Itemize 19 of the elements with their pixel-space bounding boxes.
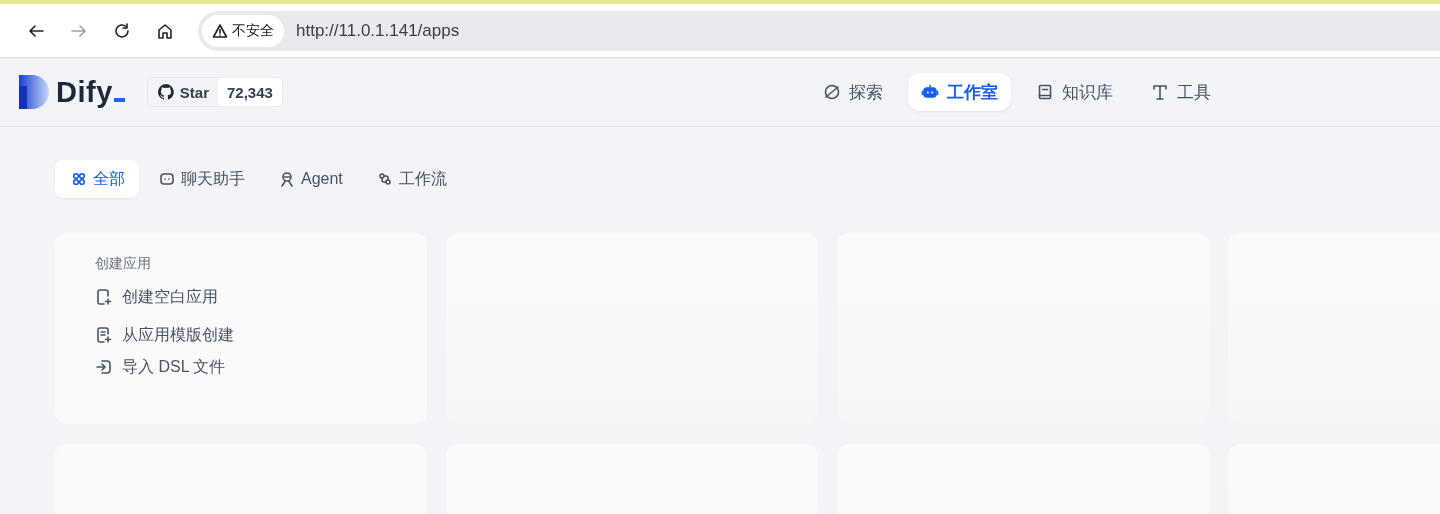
filter-tab[interactable]: 聊天助手 bbox=[143, 160, 259, 198]
nav-tab[interactable]: 探索 bbox=[810, 73, 896, 111]
nav-tab[interactable]: 工具 bbox=[1138, 73, 1224, 111]
create-option[interactable]: 导入 DSL 文件 bbox=[95, 352, 226, 382]
filter-tab[interactable]: Agent bbox=[263, 160, 357, 198]
github-star-button[interactable]: Star 72,343 bbox=[146, 77, 283, 107]
address-bar[interactable]: 不安全 http://11.0.1.141/apps bbox=[198, 10, 1440, 51]
filter-tab[interactable]: 工作流 bbox=[360, 160, 461, 198]
filter-tab[interactable]: 全部 bbox=[55, 160, 139, 198]
logo-text: Dify bbox=[56, 75, 113, 110]
nav-tab[interactable]: 工作室 bbox=[908, 73, 1011, 111]
card-title: 创建应用 bbox=[95, 255, 151, 273]
url-text: http://11.0.1.141/apps bbox=[296, 20, 460, 41]
nav-tab[interactable]: 知识库 bbox=[1023, 73, 1126, 111]
create-option[interactable]: 创建空白应用 bbox=[95, 282, 218, 312]
security-chip[interactable]: 不安全 bbox=[202, 14, 284, 47]
security-label: 不安全 bbox=[232, 21, 274, 40]
star-count: 72,343 bbox=[218, 78, 282, 106]
create-option[interactable]: 从应用模版创建 bbox=[95, 320, 234, 350]
